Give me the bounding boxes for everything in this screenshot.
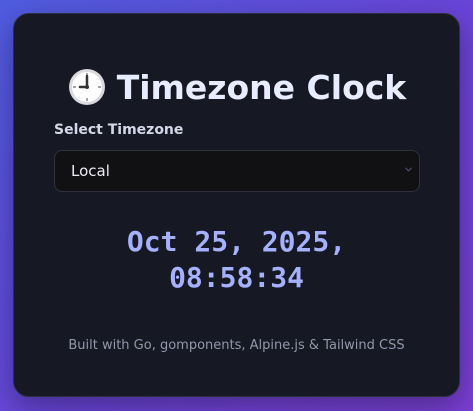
app-title-text: Timezone Clock (116, 68, 407, 107)
timezone-select[interactable]: Local (54, 150, 420, 192)
clock-time: 08:58:34 (169, 261, 304, 294)
footer-text: Built with Go, gomponents, Alpine.js & T… (68, 338, 405, 353)
timezone-label: Select Timezone (54, 122, 184, 138)
timezone-selected-value: Local (71, 162, 110, 180)
clock-icon (68, 68, 105, 105)
clock-display: Oct 25, 2025, 08:58:34 (14, 224, 459, 296)
clock-date: Oct 25, 2025, (126, 225, 347, 258)
page-title: Timezone Clock (14, 66, 459, 110)
clock-card: Timezone Clock Select Timezone Local Oct… (13, 13, 460, 397)
chevron-down-icon (405, 167, 412, 172)
